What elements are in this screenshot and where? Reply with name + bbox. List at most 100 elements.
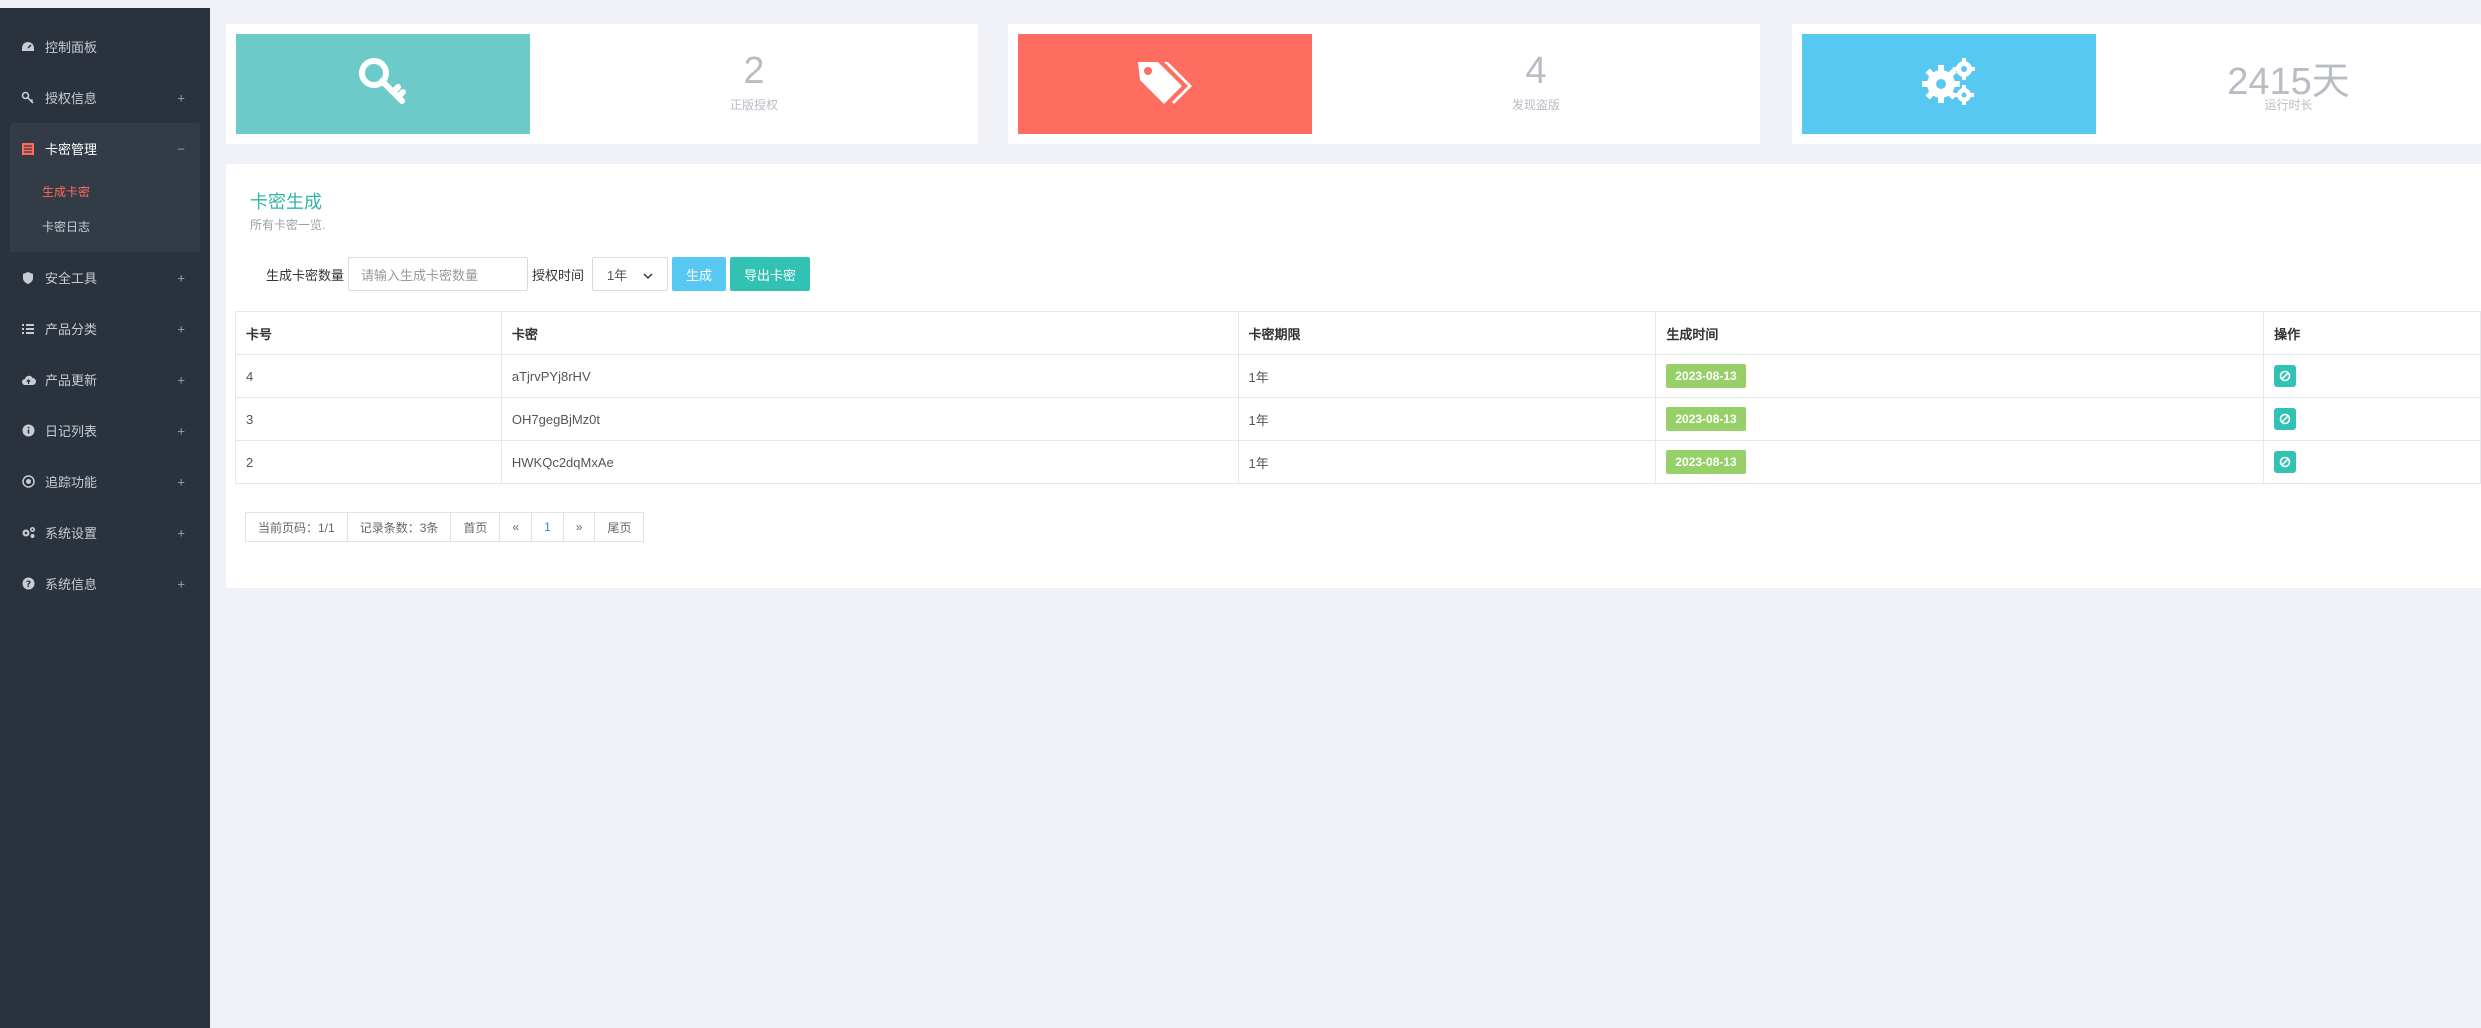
- table-row: 2 HWKQc2dqMxAe 1年 2023-08-13: [235, 440, 2481, 484]
- action-cell: [2263, 397, 2481, 441]
- table-row: 4 aTjrvPYj8rHV 1年 2023-08-13: [235, 354, 2481, 398]
- chevron-down-icon: [643, 267, 653, 282]
- sidebar-item-tracking[interactable]: 追踪功能 +: [0, 456, 210, 507]
- sidebar-subitem-log[interactable]: 卡密日志: [10, 209, 200, 244]
- key-icon: [357, 56, 409, 113]
- stat-label: 发现盗版: [1511, 98, 1560, 112]
- sidebar-item-label: 授权信息: [45, 91, 98, 106]
- card-id-cell: 3: [235, 397, 502, 441]
- sidebar-top-strip: [0, 0, 210, 8]
- stat-card-license: 2 正版授权: [226, 24, 978, 144]
- sidebar-item-update[interactable]: 产品更新 +: [0, 354, 210, 405]
- pagination: 当前页码：1/1 记录条数：3条 首页 « 1 » 尾页: [245, 512, 645, 542]
- card-term-cell: 1年: [1237, 440, 1657, 484]
- stat-card-piracy: 4 发现盗版: [1008, 24, 1760, 144]
- sidebar-item-system-info[interactable]: ? 系统信息 +: [0, 558, 210, 609]
- sidebar-item-label: 产品更新: [45, 373, 98, 388]
- stat-card-uptime: 2415天 运行时长: [1792, 24, 2481, 144]
- column-header: 卡密期限: [1237, 311, 1657, 355]
- sidebar-item-label: 日记列表: [45, 424, 98, 439]
- gears-icon: [20, 525, 36, 541]
- sidebar-item-dashboard[interactable]: 控制面板: [0, 21, 210, 72]
- pager-page-1[interactable]: 1: [531, 512, 564, 542]
- target-icon: [20, 474, 36, 490]
- expand-icon[interactable]: +: [177, 423, 185, 438]
- pager-current-page: 当前页码：1/1: [245, 512, 348, 542]
- expand-icon[interactable]: +: [177, 270, 185, 285]
- sidebar-item-card-management[interactable]: 卡密管理 −: [10, 123, 200, 174]
- generate-form: 生成卡密数量 请输入生成卡密数量 授权时间 1年 生成 导出卡密: [266, 257, 811, 291]
- card-id-cell: 4: [235, 354, 502, 398]
- date-badge: 2023-08-13: [1666, 364, 1746, 388]
- sidebar-item-label: 安全工具: [45, 271, 98, 286]
- sidebar-item-label: 系统信息: [45, 577, 98, 592]
- page-subtitle: 所有卡密一览.: [250, 218, 326, 232]
- duration-label: 授权时间: [532, 267, 585, 283]
- stat-tile: [236, 34, 530, 134]
- duration-select[interactable]: 1年: [592, 257, 669, 291]
- disable-button[interactable]: [2274, 408, 2297, 430]
- sidebar-item-security[interactable]: 安全工具 +: [0, 252, 210, 303]
- stat-tile: [1802, 34, 2096, 134]
- stat-tile: [1018, 34, 1312, 134]
- ban-icon: [2279, 413, 2291, 425]
- card-table: 卡号 卡密 卡密期限 生成时间 操作 4 aTjrvPYj8rHV 1年 202…: [235, 311, 2481, 484]
- disable-button[interactable]: [2274, 451, 2297, 473]
- card-key-cell: HWKQc2dqMxAe: [500, 440, 1239, 484]
- stat-value: 2: [743, 50, 765, 92]
- date-cell: 2023-08-13: [1655, 354, 2265, 398]
- collapse-icon[interactable]: −: [177, 141, 185, 156]
- date-badge: 2023-08-13: [1666, 407, 1746, 431]
- stat-label: 运行时长: [2264, 98, 2313, 112]
- date-badge: 2023-08-13: [1666, 450, 1746, 474]
- card-term-cell: 1年: [1237, 354, 1657, 398]
- info-icon: [20, 423, 36, 439]
- expand-icon[interactable]: +: [177, 372, 185, 387]
- ban-icon: [2279, 456, 2291, 468]
- list-icon: [20, 321, 36, 337]
- expand-icon[interactable]: +: [177, 321, 185, 336]
- expand-icon[interactable]: +: [177, 90, 185, 105]
- export-button[interactable]: 导出卡密: [730, 257, 811, 291]
- sidebar-subitem-generate[interactable]: 生成卡密: [10, 174, 200, 209]
- question-icon: ?: [20, 576, 36, 592]
- table-row: 3 OH7gegBjMz0t 1年 2023-08-13: [235, 397, 2481, 441]
- column-header: 操作: [2263, 311, 2481, 355]
- pager-last-button[interactable]: 尾页: [594, 512, 645, 542]
- pager-first-button[interactable]: 首页: [450, 512, 501, 542]
- count-input[interactable]: 请输入生成卡密数量: [348, 257, 529, 291]
- key-icon: [20, 90, 36, 106]
- sidebar-item-settings[interactable]: 系统设置 +: [0, 507, 210, 558]
- card-icon: [20, 141, 36, 157]
- date-cell: 2023-08-13: [1655, 397, 2265, 441]
- column-header: 卡密: [500, 311, 1239, 355]
- card-generate-panel: 卡密 生成 所有卡密一览. 生成卡密数量 请输入生成卡密数量 授权时间 1年 生成…: [226, 164, 2481, 588]
- date-cell: 2023-08-13: [1655, 440, 2265, 484]
- sidebar-item-label: 系统设置: [45, 526, 98, 541]
- generate-button[interactable]: 生成: [672, 257, 727, 291]
- ban-icon: [2279, 370, 2291, 382]
- expand-icon[interactable]: +: [177, 576, 185, 591]
- card-key-cell: OH7gegBjMz0t: [500, 397, 1239, 441]
- disable-button[interactable]: [2274, 365, 2297, 387]
- sidebar-item-log-list[interactable]: 日记列表 +: [0, 405, 210, 456]
- count-label: 生成卡密数量: [266, 267, 345, 283]
- card-key-cell: aTjrvPYj8rHV: [500, 354, 1239, 398]
- sidebar-item-label: 卡密管理: [45, 142, 98, 157]
- gears-icon: [1921, 56, 1977, 113]
- stat-label: 正版授权: [729, 98, 778, 112]
- expand-icon[interactable]: +: [177, 525, 185, 540]
- action-cell: [2263, 354, 2481, 398]
- column-header: 卡号: [235, 311, 502, 355]
- sidebar-item-category[interactable]: 产品分类 +: [0, 303, 210, 354]
- pager-record-count: 记录条数：3条: [346, 512, 452, 542]
- action-cell: [2263, 440, 2481, 484]
- tags-icon: [1136, 58, 1194, 111]
- cloud-upload-icon: [20, 372, 36, 388]
- pager-prev-button[interactable]: «: [499, 512, 533, 542]
- sidebar: 控制面板 授权信息 + 卡密管理 − 生成卡密 卡密日志 安全工具 + 产品分类…: [0, 0, 210, 1028]
- expand-icon[interactable]: +: [177, 474, 185, 489]
- duration-value: 1年: [607, 267, 628, 283]
- pager-next-button[interactable]: »: [562, 512, 596, 542]
- sidebar-item-license[interactable]: 授权信息 +: [0, 72, 210, 123]
